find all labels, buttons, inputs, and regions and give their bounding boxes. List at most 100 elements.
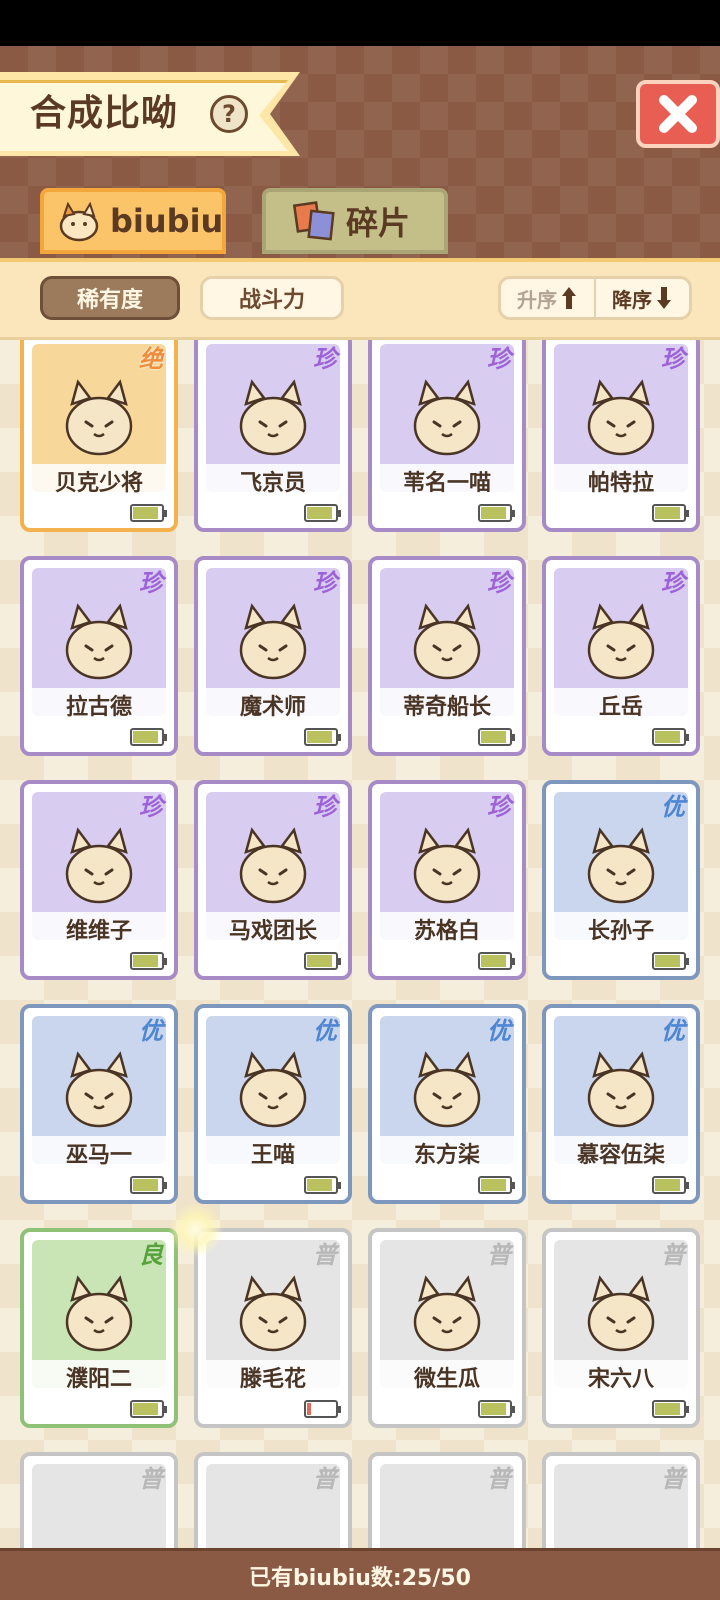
card-name: 苇名一喵 — [380, 464, 514, 498]
sort-order-group: 升序 降序 — [498, 276, 692, 320]
footer: 已有biubiu数:25/50 — [0, 1548, 720, 1600]
battery-icon — [304, 728, 341, 746]
card-name: 濮阳二 — [32, 1360, 166, 1394]
rarity-badge: 普 — [139, 1464, 163, 1493]
battery-icon — [478, 504, 515, 522]
biubiu-card[interactable]: 良濮阳二 — [20, 1228, 178, 1428]
fragment-icon — [292, 198, 338, 244]
battery-level — [133, 1179, 158, 1191]
card-grid: 绝贝克少将珍飞京员珍苇名一喵珍帕特拉珍拉古德珍魔术师珍蒂奇船长珍丘岳珍维维子珍马… — [0, 340, 720, 1548]
battery-icon — [130, 952, 167, 970]
card-name: 长孙子 — [554, 912, 688, 946]
arrow-up-icon — [562, 287, 576, 309]
sort-descending-button[interactable]: 降序 — [596, 279, 689, 317]
biubiu-card[interactable]: 珍丘岳 — [542, 556, 700, 756]
cat-portrait-icon — [239, 379, 307, 456]
battery-icon — [304, 1400, 341, 1418]
cat-portrait-icon — [65, 603, 133, 680]
battery-icon — [652, 952, 689, 970]
battery-icon — [304, 504, 341, 522]
battery-level — [655, 1403, 680, 1415]
biubiu-card[interactable]: 珍拉古德 — [20, 556, 178, 756]
tab-fragments[interactable]: 碎片 — [262, 188, 448, 254]
biubiu-card[interactable]: 普 — [542, 1452, 700, 1548]
battery-icon — [478, 1176, 515, 1194]
tab-biubiu[interactable]: biubiu — [40, 188, 226, 254]
battery-level — [481, 731, 506, 743]
biubiu-card[interactable]: 优巫马一 — [20, 1004, 178, 1204]
battery-icon — [130, 1176, 167, 1194]
cat-portrait-icon — [587, 379, 655, 456]
rarity-badge: 普 — [487, 1464, 511, 1493]
card-name: 马戏团长 — [206, 912, 340, 946]
tab-fragments-label: 碎片 — [346, 204, 411, 242]
card-name: 慕容伍柒 — [554, 1136, 688, 1170]
battery-level — [481, 507, 506, 519]
biubiu-card[interactable]: 珍马戏团长 — [194, 780, 352, 980]
cat-portrait-icon — [413, 603, 481, 680]
biubiu-card[interactable]: 普宋六八 — [542, 1228, 700, 1428]
biubiu-card[interactable]: 普 — [368, 1452, 526, 1548]
card-name: 东方柒 — [380, 1136, 514, 1170]
biubiu-card[interactable]: 优长孙子 — [542, 780, 700, 980]
battery-icon — [478, 728, 515, 746]
battery-icon — [478, 1400, 515, 1418]
biubiu-card[interactable]: 珍帕特拉 — [542, 340, 700, 532]
battery-icon — [130, 728, 167, 746]
battery-icon — [652, 728, 689, 746]
biubiu-card[interactable]: 珍飞京员 — [194, 340, 352, 532]
battery-level — [307, 955, 332, 967]
biubiu-card[interactable]: 优东方柒 — [368, 1004, 526, 1204]
biubiu-card[interactable]: 普微生瓜 — [368, 1228, 526, 1428]
card-name: 贝克少将 — [32, 464, 166, 498]
biubiu-card[interactable]: 珍苇名一喵 — [368, 340, 526, 532]
biubiu-card[interactable]: 优王喵 — [194, 1004, 352, 1204]
cat-portrait-icon — [587, 827, 655, 904]
cat-portrait-icon — [587, 1051, 655, 1128]
battery-icon — [130, 1400, 167, 1418]
biubiu-card[interactable]: 优慕容伍柒 — [542, 1004, 700, 1204]
biubiu-card[interactable]: 珍维维子 — [20, 780, 178, 980]
question-icon: ? — [222, 100, 236, 128]
battery-icon — [130, 504, 167, 522]
status-bar — [0, 0, 720, 46]
battery-icon — [652, 1176, 689, 1194]
close-icon — [659, 95, 697, 133]
cat-portrait-icon — [413, 827, 481, 904]
cat-portrait-icon — [239, 1275, 307, 1352]
sort-by-power-button[interactable]: 战斗力 — [200, 276, 344, 320]
sort-ascending-button[interactable]: 升序 — [501, 279, 596, 317]
sort-by-rarity-button[interactable]: 稀有度 — [40, 276, 180, 320]
card-name: 王喵 — [206, 1136, 340, 1170]
battery-level — [133, 1403, 158, 1415]
biubiu-card[interactable]: 普滕毛花 — [194, 1228, 352, 1428]
cat-portrait-icon — [587, 1275, 655, 1352]
card-name: 蒂奇船长 — [380, 688, 514, 722]
cat-portrait-icon — [65, 1275, 133, 1352]
card-name: 维维子 — [32, 912, 166, 946]
sparkle-effect — [168, 1202, 224, 1258]
battery-level — [307, 1179, 332, 1191]
battery-icon — [652, 1400, 689, 1418]
card-name: 帕特拉 — [554, 464, 688, 498]
biubiu-card[interactable]: 珍蒂奇船长 — [368, 556, 526, 756]
cat-portrait-icon — [413, 1051, 481, 1128]
battery-icon — [478, 952, 515, 970]
arrow-down-icon — [657, 287, 671, 309]
battery-level — [307, 1403, 311, 1415]
biubiu-card[interactable]: 普 — [20, 1452, 178, 1548]
card-name: 丘岳 — [554, 688, 688, 722]
biubiu-card[interactable]: 普 — [194, 1452, 352, 1548]
help-button[interactable]: ? — [210, 95, 248, 133]
battery-level — [655, 731, 680, 743]
battery-level — [133, 955, 158, 967]
cat-portrait-icon — [65, 1051, 133, 1128]
battery-level — [133, 507, 158, 519]
close-button[interactable] — [636, 80, 720, 148]
biubiu-card[interactable]: 绝贝克少将 — [20, 340, 178, 532]
card-name: 宋六八 — [554, 1360, 688, 1394]
biubiu-card[interactable]: 珍魔术师 — [194, 556, 352, 756]
cat-icon — [56, 198, 102, 244]
battery-level — [655, 507, 680, 519]
biubiu-card[interactable]: 珍苏格白 — [368, 780, 526, 980]
